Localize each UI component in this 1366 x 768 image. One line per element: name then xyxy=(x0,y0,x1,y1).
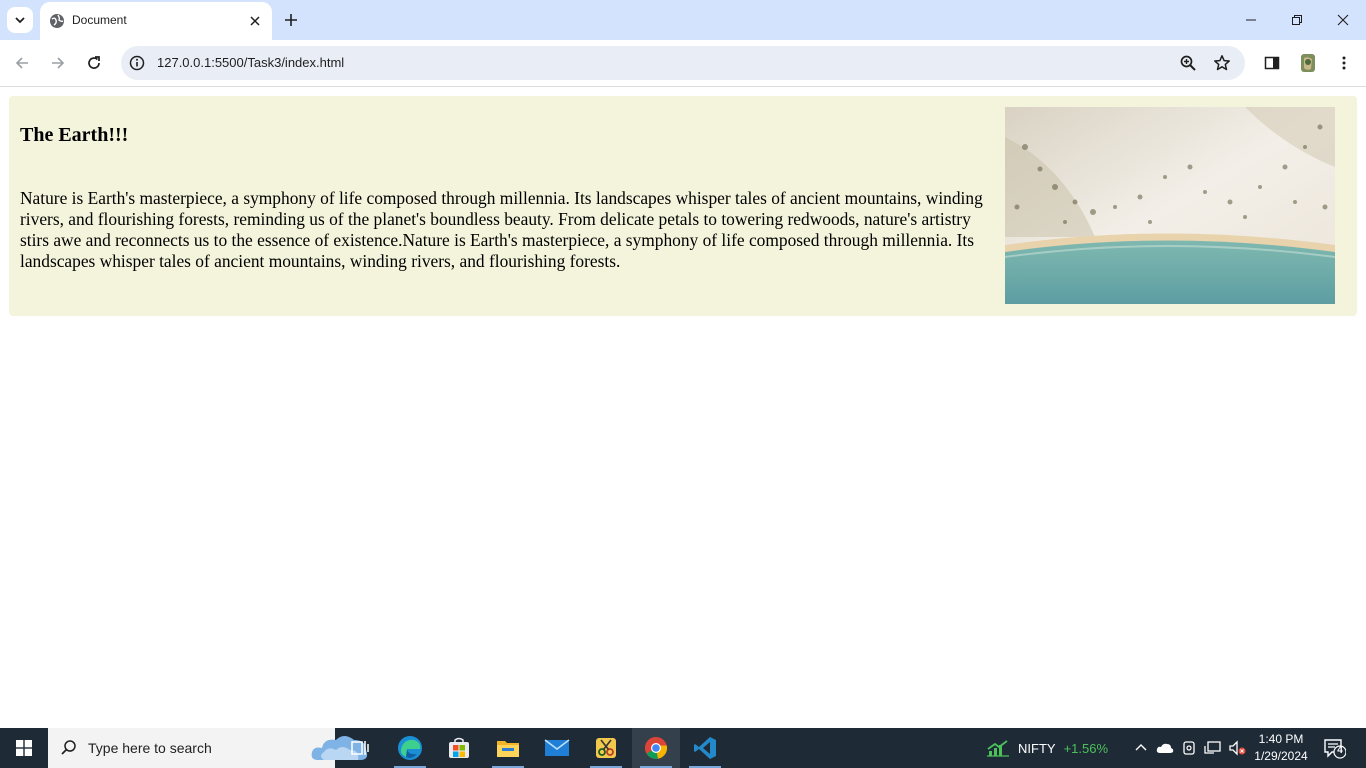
scissors-icon xyxy=(596,738,616,758)
back-button[interactable] xyxy=(11,52,33,74)
reload-icon xyxy=(88,56,100,69)
bookmark-star-icon[interactable] xyxy=(1213,54,1231,72)
windows-logo-icon xyxy=(16,740,32,756)
notification-badge: 4 xyxy=(1337,745,1343,756)
tab-strip: Document xyxy=(0,0,1366,40)
show-hidden-icons-button[interactable] xyxy=(1131,738,1151,758)
device-button[interactable] xyxy=(1179,738,1199,758)
arrow-left-icon xyxy=(15,57,28,69)
chevron-up-icon xyxy=(1135,744,1147,751)
restore-icon xyxy=(1292,15,1302,25)
vscode-button[interactable] xyxy=(681,728,729,768)
chevron-down-icon xyxy=(15,17,25,24)
minimize-icon xyxy=(1246,19,1256,21)
chrome-menu-button[interactable] xyxy=(1333,52,1355,74)
clock-time: 1:40 PM xyxy=(1258,732,1304,746)
site-info-icon[interactable] xyxy=(129,55,145,71)
search-placeholder: Type here to search xyxy=(88,740,212,756)
notification-center-button[interactable]: 4 xyxy=(1322,737,1347,759)
avatar xyxy=(1301,54,1315,72)
start-button[interactable] xyxy=(0,728,48,768)
meet-now-icon xyxy=(1183,741,1195,755)
taskbar-search[interactable]: Type here to search xyxy=(48,728,368,768)
edge-icon xyxy=(398,736,422,760)
ticker-name: NIFTY xyxy=(1018,740,1056,756)
address-bar[interactable]: 127.0.0.1:5500/Task3/index.html xyxy=(121,46,1245,80)
file-explorer-button[interactable] xyxy=(484,728,532,768)
earth-card: The Earth!!! Nature is Earth's masterpie… xyxy=(9,96,1357,316)
chrome-button[interactable] xyxy=(632,728,680,768)
url-text[interactable]: 127.0.0.1:5500/Task3/index.html xyxy=(157,55,344,70)
beach-aerial-image xyxy=(1005,107,1335,304)
vscode-icon xyxy=(694,737,716,759)
windows-taskbar: Type here to search NIFTY +1.56% 1:40 PM… xyxy=(0,728,1366,768)
volume-button[interactable] xyxy=(1227,738,1247,758)
stock-ticker[interactable]: NIFTY +1.56% xyxy=(986,739,1108,757)
profile-button[interactable] xyxy=(1297,52,1319,74)
stock-chart-icon xyxy=(987,740,1009,757)
more-vert-icon xyxy=(1342,56,1346,70)
network-button[interactable] xyxy=(1203,738,1223,758)
close-icon xyxy=(1337,14,1349,26)
onedrive-button[interactable] xyxy=(1155,738,1175,758)
edge-button[interactable] xyxy=(386,728,434,768)
close-tab-icon[interactable] xyxy=(247,13,263,29)
mail-button[interactable] xyxy=(533,728,581,768)
tab-title: Document xyxy=(72,13,127,27)
task-view-icon xyxy=(351,741,369,755)
network-icon xyxy=(1204,741,1221,754)
arrow-right-icon xyxy=(52,57,65,69)
side-panel-icon xyxy=(1264,56,1280,70)
search-icon xyxy=(61,740,76,755)
tab-search-button[interactable] xyxy=(7,7,33,33)
task-view-button[interactable] xyxy=(336,728,384,768)
microsoft-store-button[interactable] xyxy=(435,728,483,768)
page-title: The Earth!!! xyxy=(20,124,129,146)
close-window-button[interactable] xyxy=(1320,0,1366,40)
snipping-tool-button[interactable] xyxy=(582,728,630,768)
globe-icon xyxy=(50,14,64,28)
browser-toolbar: 127.0.0.1:5500/Task3/index.html xyxy=(0,40,1366,87)
web-page: The Earth!!! Nature is Earth's masterpie… xyxy=(0,87,1366,728)
tab-document[interactable]: Document xyxy=(40,2,272,40)
onedrive-cloud-icon xyxy=(1156,743,1174,753)
minimize-button[interactable] xyxy=(1228,0,1274,40)
restore-button[interactable] xyxy=(1274,0,1320,40)
forward-button[interactable] xyxy=(47,52,69,74)
system-clock[interactable]: 1:40 PM 1/29/2024 xyxy=(1248,731,1314,765)
new-tab-icon[interactable] xyxy=(282,11,300,29)
clock-date: 1/29/2024 xyxy=(1254,749,1308,763)
zoom-icon[interactable] xyxy=(1179,54,1197,72)
folder-icon xyxy=(497,741,519,757)
side-panel-button[interactable] xyxy=(1261,52,1283,74)
ticker-change: +1.56% xyxy=(1063,740,1109,756)
store-icon xyxy=(449,737,469,758)
reload-button[interactable] xyxy=(83,52,105,74)
mail-icon xyxy=(544,739,570,756)
chrome-icon xyxy=(645,737,668,759)
volume-muted-icon xyxy=(1229,740,1246,756)
nature-paragraph: Nature is Earth's masterpiece, a symphon… xyxy=(20,188,983,271)
